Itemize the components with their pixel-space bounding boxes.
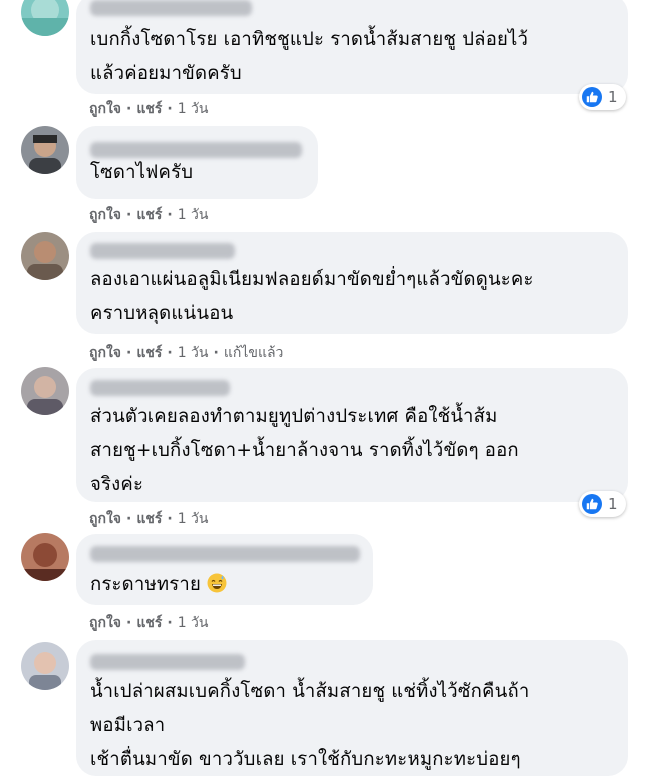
- timestamp[interactable]: 1 วัน: [178, 207, 209, 223]
- edited-label[interactable]: แก้ไขแล้ว: [224, 345, 284, 361]
- like-link[interactable]: ถูกใจ: [89, 345, 121, 361]
- comment-text: ลองเอาแผ่นอลูมิเนียมฟลอยด์มาขัดขย่ำๆแล้ว…: [90, 269, 534, 324]
- comment-bubble: โซดาไฟครับ: [76, 126, 318, 199]
- avatar[interactable]: [21, 533, 69, 581]
- separator: ·: [167, 345, 173, 361]
- timestamp[interactable]: 1 วัน: [178, 101, 209, 117]
- comment-bubble: ลองเอาแผ่นอลูมิเนียมฟลอยด์มาขัดขย่ำๆแล้ว…: [76, 232, 628, 334]
- comment-text: กระดาษทราย: [90, 568, 363, 605]
- comment-actions: ถูกใจ · แชร์ · 1 วัน: [89, 204, 209, 226]
- separator: ·: [126, 615, 132, 631]
- share-link[interactable]: แชร์: [136, 101, 162, 117]
- separator: ·: [126, 207, 132, 223]
- reaction-count-value: 1: [608, 495, 618, 513]
- comment-text-content: กระดาษทราย: [90, 574, 202, 595]
- like-link[interactable]: ถูกใจ: [89, 207, 121, 223]
- grinning-sweat-emoji: [207, 571, 227, 605]
- comment-text: โซดาไฟครับ: [90, 162, 194, 183]
- separator: ·: [126, 511, 132, 527]
- avatar[interactable]: [21, 0, 69, 36]
- avatar[interactable]: [21, 126, 69, 174]
- comment-text: ส่วนตัวเคยลองทำตามยูทูปต่างประเทศ คือใช้…: [90, 406, 519, 495]
- comment-bubble: เบกกิ้งโซดาโรย เอาทิชชูแปะ ราดน้ำส้มสายช…: [76, 0, 628, 94]
- comment-actions: ถูกใจ · แชร์ · 1 วัน: [89, 508, 209, 530]
- like-link[interactable]: ถูกใจ: [89, 101, 121, 117]
- comment-text: เบกกิ้งโซดาโรย เอาทิชชูแปะ ราดน้ำส้มสายช…: [90, 29, 529, 84]
- like-link[interactable]: ถูกใจ: [89, 615, 121, 631]
- separator: ·: [213, 345, 219, 361]
- avatar[interactable]: [21, 232, 69, 280]
- comment-actions: ถูกใจ · แชร์ · 1 วัน: [89, 98, 209, 120]
- author-name-redacted[interactable]: [90, 546, 360, 562]
- reaction-count[interactable]: 1: [579, 84, 626, 110]
- separator: ·: [167, 101, 173, 117]
- separator: ·: [126, 101, 132, 117]
- separator: ·: [126, 345, 132, 361]
- timestamp[interactable]: 1 วัน: [178, 615, 209, 631]
- comment-actions: ถูกใจ · แชร์ · 1 วัน: [89, 612, 209, 634]
- share-link[interactable]: แชร์: [136, 207, 162, 223]
- reaction-count[interactable]: 1: [579, 491, 626, 517]
- avatar[interactable]: [21, 367, 69, 415]
- author-name-redacted[interactable]: [90, 0, 252, 16]
- separator: ·: [167, 511, 173, 527]
- avatar[interactable]: [21, 642, 69, 690]
- separator: ·: [167, 207, 173, 223]
- comment-bubble: น้ำเปล่าผสมเบคกิ้งโซดา น้ำส้มสายชู แช่ทิ…: [76, 640, 628, 776]
- like-link[interactable]: ถูกใจ: [89, 511, 121, 527]
- like-icon: [582, 87, 602, 107]
- like-icon: [582, 494, 602, 514]
- comment-text: น้ำเปล่าผสมเบคกิ้งโซดา น้ำส้มสายชู แช่ทิ…: [90, 681, 530, 770]
- share-link[interactable]: แชร์: [136, 345, 162, 361]
- author-name-redacted[interactable]: [90, 380, 230, 396]
- author-name-redacted[interactable]: [90, 654, 245, 670]
- timestamp[interactable]: 1 วัน: [178, 345, 209, 361]
- author-name-redacted[interactable]: [90, 243, 235, 259]
- reaction-count-value: 1: [608, 88, 618, 106]
- share-link[interactable]: แชร์: [136, 511, 162, 527]
- comment-bubble: กระดาษทราย: [76, 534, 373, 605]
- separator: ·: [167, 615, 173, 631]
- timestamp[interactable]: 1 วัน: [178, 511, 209, 527]
- comment-bubble: ส่วนตัวเคยลองทำตามยูทูปต่างประเทศ คือใช้…: [76, 368, 628, 502]
- share-link[interactable]: แชร์: [136, 615, 162, 631]
- comment-actions: ถูกใจ · แชร์ · 1 วัน · แก้ไขแล้ว: [89, 342, 283, 364]
